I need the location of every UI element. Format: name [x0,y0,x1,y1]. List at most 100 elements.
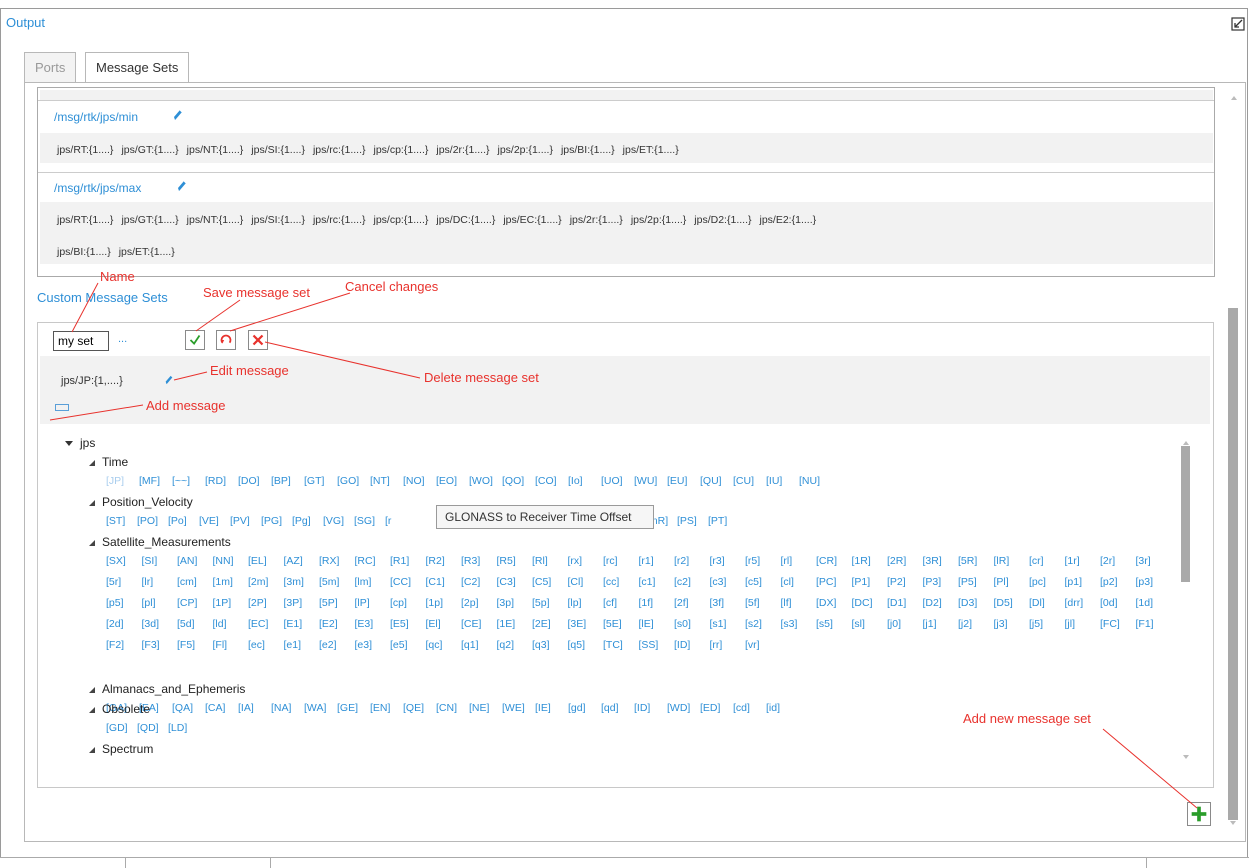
message-code[interactable]: [2P] [248,597,284,609]
message-code[interactable]: [rc] [603,555,639,567]
message-code[interactable]: [Rl] [532,555,568,567]
message-code[interactable]: [QO] [502,475,535,487]
message-code[interactable]: [rl] [781,555,817,567]
message-code[interactable]: [El] [426,618,462,630]
message-code[interactable]: [cl] [781,576,817,588]
message-code[interactable]: [SG] [354,515,385,527]
tab-message-sets[interactable]: Message Sets [85,52,190,83]
message-code[interactable]: [E5] [390,618,426,630]
message-code[interactable]: [QU] [700,475,733,487]
edit-pencil-icon[interactable] [172,108,184,122]
message-code[interactable]: [3P] [284,597,320,609]
edit-pencil-icon[interactable] [176,179,188,193]
delete-set-button[interactable] [248,330,268,350]
message-code[interactable]: [PO] [137,515,168,527]
message-code[interactable]: [p3] [1136,576,1172,588]
message-code[interactable]: [5R] [958,555,994,567]
message-code[interactable]: [Cl] [568,576,604,588]
message-code[interactable]: [q3] [532,639,568,651]
message-code[interactable]: [1R] [852,555,888,567]
message-code[interactable]: [p1] [1065,576,1101,588]
message-code[interactable]: [e1] [284,639,320,651]
tab-ports[interactable]: Ports [24,52,77,82]
message-code[interactable]: [cp] [390,597,426,609]
message-code[interactable]: [1f] [639,597,675,609]
message-code[interactable]: [3E] [568,618,604,630]
message-code[interactable]: [5P] [319,597,355,609]
message-code[interactable]: [cf] [603,597,639,609]
message-code[interactable]: [F3] [142,639,178,651]
message-code[interactable]: [AN] [177,555,213,567]
collapse-arrow-icon[interactable] [89,499,95,506]
message-code[interactable]: [3r] [1136,555,1172,567]
message-code[interactable]: [cc] [603,576,639,588]
message-code[interactable]: [CU] [733,475,766,487]
message-code[interactable]: [CR] [816,555,852,567]
message-code[interactable]: [r [385,515,416,527]
message-code[interactable]: [s1] [710,618,746,630]
message-code[interactable]: [lp] [568,597,604,609]
message-code[interactable]: [5r] [106,576,142,588]
message-code[interactable]: [F2] [106,639,142,651]
message-code[interactable]: [SX] [106,555,142,567]
message-code[interactable]: [NN] [213,555,249,567]
message-code[interactable]: [NE] [469,702,502,714]
message-code[interactable]: [D3] [958,597,994,609]
message-code[interactable]: [0d] [1100,597,1136,609]
cancel-changes-button[interactable] [216,330,236,350]
message-code[interactable]: [3p] [497,597,533,609]
message-code[interactable]: [F5] [177,639,213,651]
message-code[interactable]: [r2] [674,555,710,567]
set-name-input[interactable] [53,331,109,351]
message-code[interactable]: [GD] [106,722,137,734]
message-code[interactable]: [e2] [319,639,355,651]
message-code[interactable]: [c5] [745,576,781,588]
message-code[interactable]: [WD] [667,702,700,714]
set-name-min[interactable]: /msg/rtk/jps/min [54,110,138,124]
message-code[interactable]: [QD] [137,722,168,734]
message-code[interactable]: [Dl] [1029,597,1065,609]
message-code[interactable]: [1p] [426,597,462,609]
message-code[interactable]: [q5] [568,639,604,651]
tree-group[interactable]: Almanacs_and_Ephemeris [89,682,245,696]
message-code[interactable]: [rr] [710,639,746,651]
message-code[interactable]: [lR] [994,555,1030,567]
add-message-button[interactable] [55,404,69,411]
message-code[interactable]: [NU] [799,475,832,487]
tree-scroll-thumb[interactable] [1181,446,1190,582]
message-code[interactable]: [r1] [639,555,675,567]
message-code[interactable]: [5f] [745,597,781,609]
message-code[interactable]: [p2] [1100,576,1136,588]
message-code[interactable]: [q1] [461,639,497,651]
message-code[interactable]: [1m] [213,576,249,588]
message-code[interactable]: [Pl] [994,576,1030,588]
message-code[interactable]: [EU] [667,475,700,487]
message-code[interactable]: [BP] [271,475,304,487]
message-code[interactable]: [pl] [142,597,178,609]
message-code[interactable]: [5m] [319,576,355,588]
tree-root[interactable]: jps [65,436,95,450]
add-new-set-button[interactable] [1187,802,1211,826]
collapse-arrow-icon[interactable] [89,746,95,753]
message-code[interactable]: [s5] [816,618,852,630]
message-code[interactable]: [QE] [403,702,436,714]
message-code[interactable]: [WE] [502,702,535,714]
message-code[interactable]: [R2] [426,555,462,567]
message-code[interactable]: [AZ] [284,555,320,567]
message-code[interactable]: [~~] [172,475,205,487]
message-code[interactable]: [pc] [1029,576,1065,588]
message-code[interactable]: [R3] [461,555,497,567]
collapse-arrow-icon[interactable] [89,539,95,546]
message-code[interactable]: [EC] [248,618,284,630]
message-code[interactable]: [lr] [142,576,178,588]
message-code[interactable]: [2E] [532,618,568,630]
message-code[interactable]: [1P] [213,597,249,609]
scroll-down-icon[interactable] [1227,818,1239,828]
message-code[interactable]: [IA] [238,702,271,714]
message-code[interactable]: [PC] [816,576,852,588]
message-code[interactable]: [drr] [1065,597,1101,609]
message-code[interactable]: [ld] [213,618,249,630]
scroll-up-icon[interactable] [1227,88,1241,278]
message-code[interactable]: [IE] [535,702,568,714]
message-code[interactable]: [C1] [426,576,462,588]
